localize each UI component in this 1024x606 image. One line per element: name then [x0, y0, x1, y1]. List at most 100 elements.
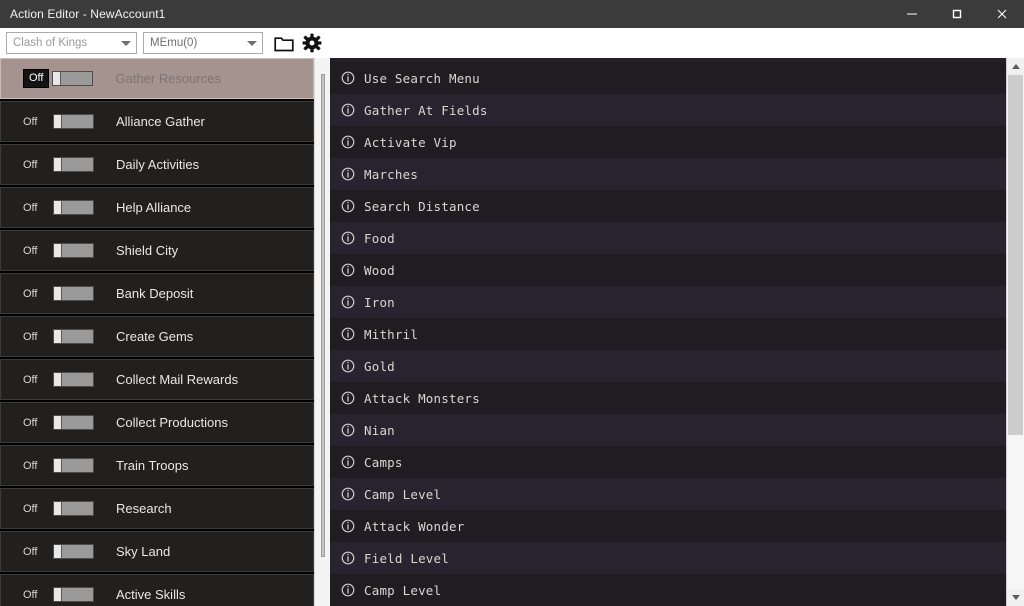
- emulator-select[interactable]: MEmu(0): [143, 32, 263, 54]
- sidebar-item-sky-land[interactable]: OffSky Land: [0, 531, 314, 572]
- sidebar-item-toggle[interactable]: [53, 157, 94, 172]
- toggle-track: [62, 588, 93, 601]
- app-select[interactable]: Clash of Kings: [6, 32, 137, 54]
- toggle-track: [62, 287, 93, 300]
- toggle-track: [62, 115, 93, 128]
- sidebar-item-toggle[interactable]: [52, 71, 93, 86]
- sidebar-item-state: Off: [23, 116, 51, 128]
- info-icon[interactable]: [340, 358, 356, 374]
- sidebar-item-toggle[interactable]: [53, 372, 94, 387]
- sidebar-item-active-skills[interactable]: OffActive Skills: [0, 574, 314, 606]
- info-icon[interactable]: [340, 262, 356, 278]
- sidebar-item-toggle[interactable]: [53, 544, 94, 559]
- toggle-knob: [54, 330, 62, 343]
- settings-row: Attack Monsters: [330, 382, 1006, 414]
- settings-row: Activate Vip: [330, 126, 1006, 158]
- settings-row: Camps: [330, 446, 1006, 478]
- info-icon[interactable]: [340, 230, 356, 246]
- settings-row-list: Use Search Menu Gather At FieldsActivate …: [330, 58, 1006, 606]
- settings-row: Wood: [330, 254, 1006, 286]
- info-icon[interactable]: [340, 70, 356, 86]
- sidebar-item-toggle[interactable]: [53, 587, 94, 602]
- info-icon[interactable]: [340, 550, 356, 566]
- info-icon[interactable]: [340, 422, 356, 438]
- chevron-down-icon[interactable]: [242, 41, 262, 46]
- sidebar-item-label: Collect Productions: [116, 415, 228, 430]
- toggle-knob: [54, 158, 62, 171]
- sidebar-item-state: Off: [23, 288, 51, 300]
- sidebar-item-research[interactable]: OffResearch: [0, 488, 314, 529]
- sidebar-item-gather-resources[interactable]: OffGather Resources: [0, 58, 314, 99]
- settings-row: Marches2: [330, 158, 1006, 190]
- sidebar-item-label: Collect Mail Rewards: [116, 372, 238, 387]
- toggle-knob: [54, 115, 62, 128]
- info-icon[interactable]: [340, 518, 356, 534]
- panel-scrollbar[interactable]: [1006, 58, 1024, 606]
- chevron-down-icon[interactable]: [1007, 589, 1024, 606]
- sidebar-item-toggle[interactable]: [53, 286, 94, 301]
- sidebar-item-label: Shield City: [116, 243, 178, 258]
- settings-row-label: Attack Monsters: [364, 391, 480, 406]
- sidebar-item-bank-deposit[interactable]: OffBank Deposit: [0, 273, 314, 314]
- info-icon[interactable]: [340, 582, 356, 598]
- sidebar-item-toggle[interactable]: [53, 329, 94, 344]
- toggle-track: [62, 459, 93, 472]
- sidebar-item-state: Off: [23, 374, 51, 386]
- sidebar-item-label: Help Alliance: [116, 200, 191, 215]
- sidebar-item-toggle[interactable]: [53, 458, 94, 473]
- settings-row: Camp Level: [330, 478, 1006, 510]
- action-editor-window: Action Editor - NewAccount1 Clash of Kin…: [0, 0, 1024, 606]
- sidebar-item-toggle[interactable]: [53, 415, 94, 430]
- sidebar-scrollbar-thumb[interactable]: [321, 74, 325, 556]
- chevron-down-icon[interactable]: [116, 41, 136, 46]
- sidebar-item-daily-activities[interactable]: OffDaily Activities: [0, 144, 314, 185]
- info-icon[interactable]: [340, 102, 356, 118]
- sidebar-item-state: Off: [23, 460, 51, 472]
- toggle-knob: [54, 459, 62, 472]
- settings-row: Food: [330, 222, 1006, 254]
- sidebar-item-collect-mail-rewards[interactable]: Off Collect Mail Rewards: [0, 359, 314, 400]
- info-icon[interactable]: [340, 486, 356, 502]
- settings-row-label: Nian: [364, 423, 395, 438]
- sidebar-item-alliance-gather[interactable]: OffAlliance Gather: [0, 101, 314, 142]
- settings-row: Gather At Fields: [330, 94, 1006, 126]
- settings-row-label: Camp Level: [364, 487, 441, 502]
- toggle-track: [62, 373, 93, 386]
- sidebar-item-help-alliance[interactable]: OffHelp Alliance: [0, 187, 314, 228]
- window-title: Action Editor - NewAccount1: [0, 7, 165, 21]
- emulator-select-value: MEmu(0): [144, 37, 242, 49]
- sidebar-item-toggle[interactable]: [53, 114, 94, 129]
- sidebar-item-train-troops[interactable]: OffTrain Troops: [0, 445, 314, 486]
- sidebar-item-collect-productions[interactable]: OffCollect Productions: [0, 402, 314, 443]
- minimize-icon[interactable]: [889, 0, 934, 28]
- info-icon[interactable]: [340, 166, 356, 182]
- maximize-icon[interactable]: [934, 0, 979, 28]
- settings-row-label: Iron: [364, 295, 395, 310]
- info-icon[interactable]: [340, 198, 356, 214]
- folder-icon[interactable]: [271, 30, 297, 56]
- toggle-knob: [54, 373, 62, 386]
- info-icon[interactable]: [340, 134, 356, 150]
- sidebar-item-state: Off: [23, 245, 51, 257]
- settings-row: Gold: [330, 350, 1006, 382]
- sidebar-item-state: Off: [23, 69, 49, 88]
- panel-scrollbar-thumb[interactable]: [1008, 75, 1023, 435]
- settings-row: Search Distance30: [330, 190, 1006, 222]
- sidebar-item-toggle[interactable]: [53, 501, 94, 516]
- info-icon[interactable]: [340, 326, 356, 342]
- panel-scrollbar-track[interactable]: [1007, 75, 1024, 589]
- info-icon[interactable]: [340, 454, 356, 470]
- toggle-knob: [54, 201, 62, 214]
- sidebar-item-toggle[interactable]: [53, 243, 94, 258]
- sidebar-scrollbar[interactable]: [314, 58, 330, 606]
- sidebar-item-toggle[interactable]: [53, 200, 94, 215]
- info-icon[interactable]: [340, 294, 356, 310]
- toggle-track: [61, 72, 92, 85]
- settings-row-label: Use Search Menu: [364, 71, 480, 86]
- sidebar-item-shield-city[interactable]: Off Shield City: [0, 230, 314, 271]
- sidebar-item-create-gems[interactable]: OffCreate Gems: [0, 316, 314, 357]
- close-icon[interactable]: [979, 0, 1024, 28]
- chevron-up-icon[interactable]: [1007, 58, 1024, 75]
- gear-icon[interactable]: [299, 30, 325, 56]
- info-icon[interactable]: [340, 390, 356, 406]
